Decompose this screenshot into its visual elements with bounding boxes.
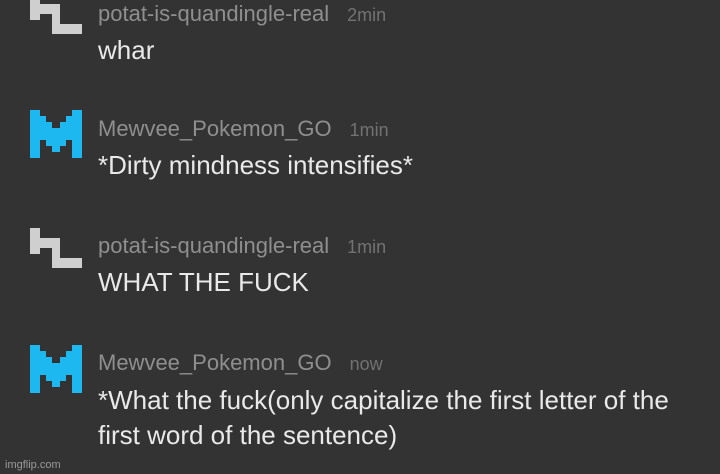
username[interactable]: Mewvee_Pokemon_GO bbox=[98, 116, 332, 141]
miiverse-m-pixel-icon bbox=[30, 110, 82, 158]
timestamp: now bbox=[349, 354, 383, 374]
quandingle-pixel-icon bbox=[30, 228, 82, 268]
avatar[interactable] bbox=[30, 228, 82, 276]
timestamp: 1min bbox=[349, 120, 389, 140]
username[interactable]: potat-is-quandingle-real bbox=[98, 1, 329, 26]
quandingle-pixel-icon bbox=[30, 0, 82, 34]
message-text: *What the fuck(only capitalize the first… bbox=[98, 385, 669, 450]
timestamp: 2min bbox=[347, 5, 387, 25]
username[interactable]: potat-is-quandingle-real bbox=[98, 233, 329, 258]
message-text: *Dirty mindness intensifies* bbox=[98, 150, 414, 180]
message-text: whar bbox=[98, 35, 155, 65]
username[interactable]: Mewvee_Pokemon_GO bbox=[98, 350, 332, 375]
miiverse-m-pixel-icon bbox=[30, 345, 82, 393]
avatar[interactable] bbox=[30, 0, 82, 42]
watermark: imgflip.com bbox=[5, 459, 61, 471]
timestamp: 1min bbox=[347, 237, 387, 257]
message-text: WHAT THE FUCK bbox=[98, 267, 309, 297]
avatar[interactable] bbox=[30, 110, 82, 158]
avatar[interactable] bbox=[30, 345, 82, 393]
